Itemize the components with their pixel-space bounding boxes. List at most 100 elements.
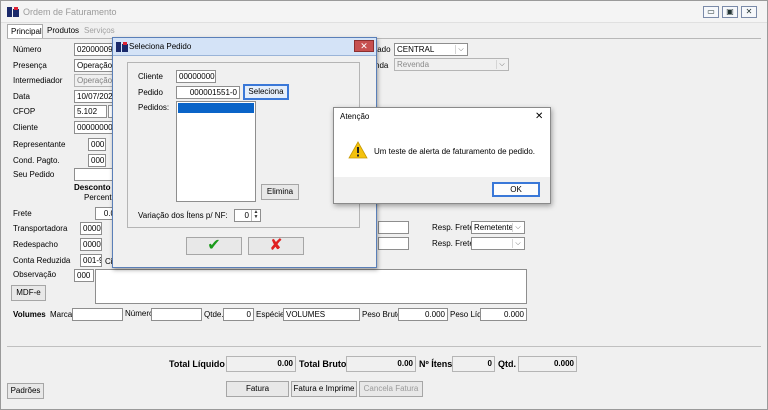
- minimize-button[interactable]: ▭: [703, 6, 719, 18]
- pedidos-list[interactable]: [176, 101, 256, 202]
- total-bruto-label: Total Bruto: [299, 359, 347, 369]
- resp-frete-combo-2[interactable]: ⌵: [471, 237, 525, 250]
- variacao-value: 0: [244, 211, 249, 220]
- check-icon: ✔: [207, 237, 221, 254]
- chevron-down-icon: ⌵: [512, 239, 523, 248]
- transportadora-field[interactable]: 0000: [80, 222, 102, 235]
- cancel-button[interactable]: ✘: [248, 237, 304, 255]
- fatura-e-imprime-button[interactable]: Fatura e Imprime: [291, 381, 357, 397]
- cliente-label: Cliente: [13, 123, 38, 132]
- desconto-label: Desconto: [74, 183, 111, 192]
- tab-servicos[interactable]: Serviços: [81, 24, 117, 38]
- especie-label: Espécie: [256, 310, 285, 319]
- app-icon: [116, 42, 128, 52]
- representante-label: Representante: [13, 140, 66, 149]
- peso-bruto-field[interactable]: 0.000: [398, 308, 448, 321]
- pedido-group: Cliente 00000000 Pedido 000001551-0 Sele…: [127, 62, 360, 228]
- confirm-button[interactable]: ✔: [186, 237, 242, 255]
- close-icon[interactable]: ✕: [535, 111, 543, 122]
- intermediador-label: Intermediador: [13, 76, 63, 85]
- venda-combo[interactable]: Revenda ⌵: [394, 58, 509, 71]
- padroes-button[interactable]: Padrões: [7, 383, 44, 399]
- variacao-label: Variação dos Ítens p/ NF:: [138, 211, 228, 220]
- especie-field[interactable]: VOLUMES: [283, 308, 360, 321]
- tab-produtos[interactable]: Produtos: [44, 24, 80, 38]
- conta-reduzida-field[interactable]: 001-9: [80, 254, 102, 267]
- dlg-pedido-label: Pedido: [138, 88, 163, 97]
- marca-field[interactable]: [72, 308, 123, 321]
- transportadora-name-field[interactable]: [378, 221, 409, 234]
- venda-value: Revenda: [397, 60, 430, 69]
- resp-frete-label-1: Resp. Frete: [432, 223, 474, 232]
- marca-label: Marca: [50, 310, 73, 319]
- resp-frete-value-1: Remetente: [474, 223, 514, 232]
- warning-icon: [348, 141, 368, 159]
- frete-label: Frete: [13, 209, 32, 218]
- mdfe-button[interactable]: MDF-e: [11, 285, 46, 301]
- representante-field[interactable]: 000: [88, 138, 106, 151]
- total-bruto-field: 0.00: [346, 356, 416, 372]
- numero-volume-label: Número: [125, 309, 154, 318]
- pedidos-list-selected-row[interactable]: [178, 103, 254, 113]
- alert-footer: OK: [334, 177, 550, 203]
- resp-frete-label-2: Resp. Frete: [432, 239, 474, 248]
- alert-message: Um teste de alerta de faturamento de ped…: [374, 147, 535, 156]
- peso-liq-label: Peso Líq.: [450, 310, 484, 319]
- peso-bruto-label: Peso Bruto: [362, 310, 402, 319]
- variacao-field[interactable]: 0 ▲ ▼: [234, 209, 261, 222]
- fatura-button[interactable]: Fatura: [226, 381, 289, 397]
- dlg-pedido-field[interactable]: 000001551-0: [176, 86, 240, 99]
- tab-principal[interactable]: Principal: [7, 24, 43, 38]
- cond-pagto-label: Cond. Pagto.: [13, 156, 60, 165]
- chevron-down-icon: ⌵: [455, 45, 466, 54]
- chevron-down-icon: ⌵: [496, 60, 507, 69]
- numero-volume-field[interactable]: [151, 308, 202, 321]
- pedidos-label: Pedidos:: [138, 103, 170, 112]
- elimina-button[interactable]: Elimina: [261, 184, 299, 200]
- observacao-code-field[interactable]: 000: [74, 269, 94, 282]
- close-window-button[interactable]: ✕: [741, 6, 757, 18]
- cancela-fatura-button[interactable]: Cancela Fatura: [359, 381, 423, 397]
- cond-pagto-field[interactable]: 000: [88, 154, 106, 167]
- redespacho-label: Redespacho: [13, 240, 58, 249]
- seleciona-button[interactable]: Seleciona: [243, 84, 289, 100]
- dialog-title-bar: Seleciona Pedido ✕: [113, 38, 376, 56]
- transportadora-label: Transportadora: [13, 224, 68, 233]
- seu-pedido-label: Seu Pedido: [13, 170, 55, 179]
- chevron-down-icon: ⌵: [512, 223, 523, 232]
- peso-liq-field[interactable]: 0.000: [480, 308, 527, 321]
- bottom-divider: [7, 346, 761, 347]
- estado-value: CENTRAL: [397, 45, 435, 54]
- total-liquido-field: 0.00: [226, 356, 296, 372]
- alert-ok-button[interactable]: OK: [492, 182, 540, 197]
- close-icon[interactable]: ✕: [354, 40, 374, 52]
- data-label: Data: [13, 92, 30, 101]
- alert-title-bar: Atenção ✕: [334, 108, 550, 125]
- estado-combo[interactable]: CENTRAL ⌵: [394, 43, 468, 56]
- presenca-label: Presença: [13, 61, 47, 70]
- conta-reduzida-label: Conta Reduzida: [13, 256, 71, 265]
- qtd-label: Qtd.: [498, 359, 516, 369]
- volumes-label: Volumes: [13, 310, 46, 319]
- total-liquido-label: Total Líquido: [169, 359, 225, 369]
- estado-label: tado: [375, 45, 391, 54]
- title-bar: Ordem de Faturamento ▭ ▣ ✕: [1, 1, 767, 23]
- app-icon: [7, 7, 19, 17]
- spin-arrows-icon[interactable]: ▲ ▼: [251, 210, 260, 221]
- redespacho-name-field[interactable]: [378, 237, 409, 250]
- dlg-cliente-label: Cliente: [138, 72, 163, 81]
- qtd-total-field: 0.000: [518, 356, 577, 372]
- dialog-title: Seleciona Pedido: [129, 42, 192, 51]
- cfop-label: CFOP: [13, 107, 36, 116]
- maximize-button[interactable]: ▣: [722, 6, 738, 18]
- qtde-field[interactable]: 0: [223, 308, 254, 321]
- dlg-cliente-field[interactable]: 00000000: [176, 70, 216, 83]
- num-itens-field: 0: [452, 356, 495, 372]
- cfop-field[interactable]: 5.102: [74, 105, 107, 118]
- numero-label: Número: [13, 45, 42, 54]
- redespacho-field[interactable]: 0000: [80, 238, 102, 251]
- resp-frete-combo-1[interactable]: Remetente ⌵: [471, 221, 525, 234]
- atencao-alert-dialog: Atenção ✕ Um teste de alerta de faturame…: [333, 107, 551, 204]
- window-title: Ordem de Faturamento: [23, 7, 117, 17]
- observacao-text-area[interactable]: [95, 269, 527, 304]
